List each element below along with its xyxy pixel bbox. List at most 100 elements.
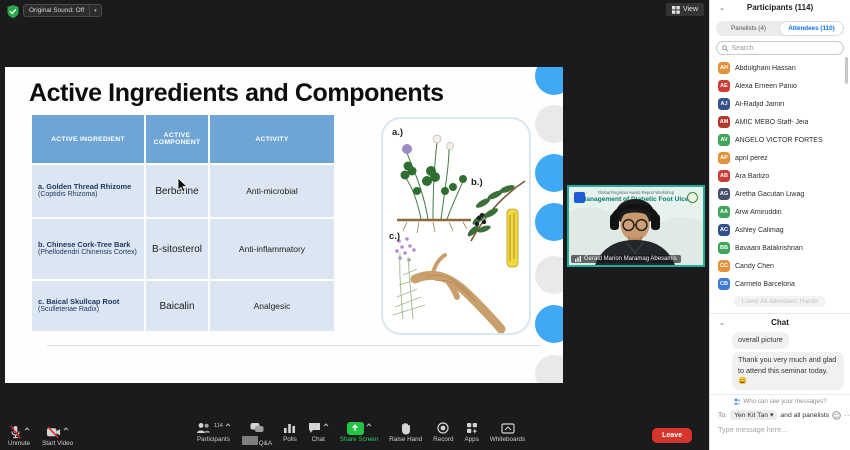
meeting-stage: Original Sound: Off ▾ View Active Ingred… bbox=[0, 0, 709, 450]
whiteboards-button[interactable]: Whiteboards bbox=[490, 421, 525, 447]
table-header: ACTIVITY bbox=[210, 115, 334, 163]
table-cell-activity: Anti-inflammatory bbox=[210, 219, 334, 279]
apps-button[interactable]: Apps bbox=[464, 421, 478, 447]
figure-label-b: b.) bbox=[471, 177, 483, 188]
tab-attendees[interactable]: Attendees (110) bbox=[780, 22, 843, 35]
slide-decorative-circles bbox=[529, 67, 563, 383]
raise-hand-button[interactable]: Raise Hand bbox=[389, 421, 422, 447]
chat-message-input[interactable] bbox=[718, 425, 838, 434]
attendee-row[interactable]: AE Alexa Erneen Panio bbox=[710, 77, 850, 95]
recipient-selector[interactable]: Yen Kit Tan ▾ bbox=[730, 410, 777, 420]
qa-label-row: Q&A bbox=[242, 436, 272, 447]
participants-count-badge: 114 bbox=[214, 423, 223, 429]
unmute-options-chevron-icon[interactable] bbox=[24, 427, 30, 431]
ingredient-name: a. Golden Thread Rhizome bbox=[38, 182, 131, 191]
search-input[interactable] bbox=[731, 45, 838, 52]
chat-recipient-row: To: Yen Kit Tan ▾ and all panelists ··· bbox=[718, 410, 844, 420]
speaker-avatar bbox=[569, 187, 703, 265]
chat-button[interactable]: Chat bbox=[308, 421, 329, 447]
attendee-row[interactable]: AJ Al-Radjid Jamiri bbox=[710, 95, 850, 113]
record-label: Record bbox=[433, 436, 453, 443]
attendee-name: Alexa Erneen Panio bbox=[735, 83, 797, 90]
attendee-name: Ashley Calimag bbox=[735, 227, 784, 234]
view-label: View bbox=[683, 6, 698, 13]
original-sound-caret-icon[interactable]: ▾ bbox=[89, 5, 101, 16]
attendee-avatar: AV bbox=[718, 134, 730, 146]
original-sound-toggle[interactable]: Original Sound: Off ▾ bbox=[23, 4, 102, 17]
attendee-name: Aretha Gacutan Liwag bbox=[735, 191, 804, 198]
qa-label: Q&A bbox=[259, 440, 272, 447]
attendee-row[interactable]: AH Abdulghani Hassan bbox=[710, 59, 850, 77]
view-button[interactable]: View bbox=[666, 3, 704, 16]
chat-panel-title: Chat bbox=[710, 318, 850, 327]
tab-panelists[interactable]: Panelists (4) bbox=[717, 22, 780, 35]
encryption-shield-icon[interactable] bbox=[7, 5, 19, 18]
emoji-picker-icon[interactable] bbox=[832, 411, 841, 420]
qa-button[interactable]: Q&A bbox=[242, 421, 272, 447]
panel-divider bbox=[710, 394, 850, 395]
start-video-label: Start Video bbox=[42, 440, 73, 447]
leave-button[interactable]: Leave bbox=[652, 428, 692, 443]
ingredients-table: ACTIVE INGREDIENT ACTIVE COMPONENT ACTIV… bbox=[32, 115, 332, 331]
share-screen-icon bbox=[347, 422, 364, 435]
ingredient-name: b. Chinese Cork-Tree Bark bbox=[38, 240, 130, 249]
search-icon bbox=[722, 45, 728, 52]
participants-label: Participants bbox=[197, 436, 230, 443]
attendee-name: Ara Barlizo bbox=[735, 173, 769, 180]
attendee-avatar: AH bbox=[718, 62, 730, 74]
attendee-row[interactable]: CB Carmelo Barcelona bbox=[710, 275, 850, 293]
lower-all-hands-button[interactable]: Lower All Attendees' Hands bbox=[734, 296, 826, 307]
attendee-row[interactable]: AG Aretha Gacutan Liwag bbox=[710, 185, 850, 203]
attendee-row[interactable]: AA Arwi Amiruddin bbox=[710, 203, 850, 221]
attendee-name: Arwi Amiruddin bbox=[735, 209, 782, 216]
chat-options-chevron-icon[interactable] bbox=[323, 423, 329, 427]
attendee-name: Bavaani Balakrishnan bbox=[735, 245, 803, 252]
start-video-button[interactable]: Start Video bbox=[42, 425, 73, 447]
unmute-button[interactable]: Unmute bbox=[8, 425, 30, 447]
attendee-avatar: AC bbox=[718, 224, 730, 236]
participants-tabs: Panelists (4) Attendees (110) bbox=[716, 21, 844, 36]
attendee-row[interactable]: BB Bavaani Balakrishnan bbox=[710, 239, 850, 257]
figure-label-c: c.) bbox=[389, 231, 400, 242]
attendee-row[interactable]: AC Ashley Calimag bbox=[710, 221, 850, 239]
attendee-row[interactable]: AM AMIC MEBO Staff- Jeia bbox=[710, 113, 850, 131]
chat-message-bubble: overall picture bbox=[732, 332, 789, 349]
attendee-row[interactable]: AP april perez bbox=[710, 149, 850, 167]
video-options-chevron-icon[interactable] bbox=[63, 427, 69, 431]
raise-hand-label: Raise Hand bbox=[389, 436, 422, 443]
table-cell-component: B-sitosterol bbox=[146, 219, 208, 279]
unmute-label: Unmute bbox=[8, 440, 30, 447]
more-options-icon[interactable]: ··· bbox=[844, 411, 850, 420]
camera-off-icon bbox=[46, 426, 61, 438]
attendee-name: april perez bbox=[735, 155, 768, 162]
slide-footer-divider bbox=[47, 345, 541, 346]
attendee-name: Carmelo Barcelona bbox=[735, 281, 795, 288]
apps-icon bbox=[466, 422, 478, 434]
speaker-video-tile[interactable]: Global Regional Award Report Workshop Ma… bbox=[567, 185, 705, 267]
record-button[interactable]: Record bbox=[433, 421, 453, 447]
table-header: ACTIVE INGREDIENT bbox=[32, 115, 144, 163]
table-cell-component: Baicalin bbox=[146, 281, 208, 331]
share-screen-button[interactable]: Share Screen bbox=[340, 421, 379, 447]
attendee-row[interactable]: CC Candy Chen bbox=[710, 257, 850, 275]
attendee-row[interactable]: AV ANGELO VICTOR FORTES bbox=[710, 131, 850, 149]
meeting-toolbar: Unmute Start Video bbox=[0, 417, 709, 450]
participants-options-chevron-icon[interactable] bbox=[225, 423, 231, 427]
attendee-row[interactable]: AB Ara Barlizo bbox=[710, 167, 850, 185]
raise-hand-icon bbox=[400, 422, 411, 435]
attendee-name: AMIC MEBO Staff- Jeia bbox=[735, 119, 808, 126]
chat-visibility-hint[interactable]: Who can see your messages? bbox=[710, 398, 850, 405]
attendee-avatar: AM bbox=[718, 116, 730, 128]
participants-scrollbar[interactable] bbox=[845, 57, 849, 84]
participants-button[interactable]: 114 Participants bbox=[196, 421, 231, 447]
figure-label-a: a.) bbox=[392, 127, 403, 138]
share-options-chevron-icon[interactable] bbox=[366, 423, 372, 427]
ingredient-latin: (Coptidis Rhizoma) bbox=[38, 191, 98, 200]
to-label: To: bbox=[718, 412, 727, 419]
chat-label: Chat bbox=[312, 436, 325, 443]
participants-search[interactable] bbox=[716, 41, 844, 55]
ingredient-name: c. Baical Skullcap Root bbox=[38, 297, 119, 306]
polls-icon bbox=[283, 422, 296, 434]
polls-button[interactable]: Polls bbox=[283, 421, 297, 447]
audio-level-icon bbox=[575, 256, 582, 262]
